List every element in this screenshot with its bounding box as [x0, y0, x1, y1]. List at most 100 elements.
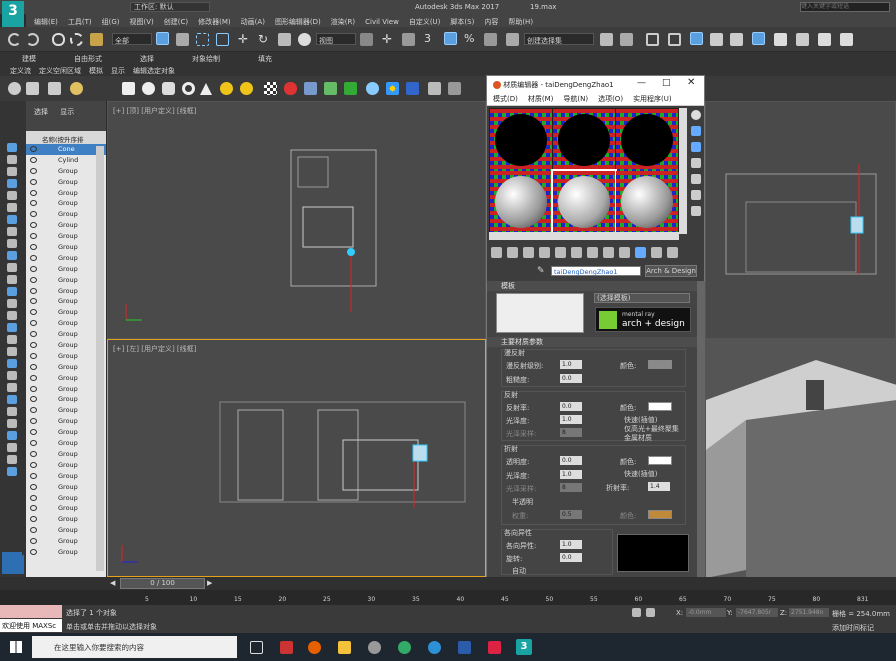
options-icon[interactable] [691, 206, 701, 216]
eye-icon[interactable] [30, 320, 37, 327]
light-icon[interactable] [220, 82, 233, 95]
command-tool-icon[interactable] [7, 155, 17, 164]
expand-arrow-icon[interactable] [22, 234, 25, 241]
menu-item[interactable]: 动画(A) [241, 18, 265, 26]
scene-list-item[interactable]: Group [22, 394, 106, 405]
eye-icon[interactable] [30, 254, 37, 261]
diffuse-color-swatch[interactable] [648, 360, 672, 369]
expand-arrow-icon[interactable] [22, 353, 25, 360]
time-slider[interactable]: 0 / 100 ◀ ▶ [0, 577, 896, 590]
scene-list-item[interactable]: Group [22, 296, 106, 307]
cylinder-icon[interactable] [162, 82, 175, 95]
scene-list-item[interactable]: Group [22, 351, 106, 362]
main-parameters-rollout-header[interactable]: 主要材质参数 [487, 337, 697, 347]
eye-icon[interactable] [30, 156, 37, 163]
maximize-icon[interactable]: □ [662, 78, 671, 88]
eye-icon[interactable] [30, 396, 37, 403]
keyboard-shortcut-icon[interactable] [402, 33, 415, 46]
diffuse-level-spinner[interactable]: 1.0 [560, 360, 582, 369]
scale-icon[interactable] [278, 33, 291, 46]
expand-arrow-icon[interactable] [22, 299, 25, 306]
eye-icon[interactable] [30, 374, 37, 381]
menu-item[interactable]: 工具(T) [68, 18, 92, 26]
eye-icon[interactable] [30, 494, 37, 501]
command-tool-icon[interactable] [7, 395, 17, 404]
menu-item[interactable]: 自定义(U) [409, 18, 441, 26]
maxscript-welcome[interactable]: 欢迎使用 MAXSc [0, 619, 62, 632]
mirror-icon[interactable] [600, 33, 613, 46]
menu-item[interactable]: 组(G) [102, 18, 120, 26]
helper-icon[interactable] [324, 82, 337, 95]
command-tool-icon[interactable] [7, 455, 17, 464]
time-slider-handle[interactable]: 0 / 100 [120, 578, 205, 589]
reflectivity-spinner[interactable]: 0.0 [560, 402, 582, 411]
command-tool-icon[interactable] [7, 431, 17, 440]
appearance-icon[interactable] [70, 82, 83, 95]
select-manipulate-icon[interactable]: ✛ [382, 33, 395, 46]
auto-radio[interactable]: 自动 [512, 566, 526, 576]
viewport-left[interactable]: [+] [左] [用户定义] [线框] [107, 339, 486, 577]
command-tool-icon[interactable] [7, 383, 17, 392]
ribbon-toggle-icon[interactable] [690, 32, 703, 45]
eye-icon[interactable] [30, 298, 37, 305]
simulate-icon[interactable] [48, 82, 61, 95]
torus-icon[interactable] [182, 82, 195, 95]
reset-map-icon[interactable] [539, 247, 550, 258]
assign-to-selection-icon[interactable] [523, 247, 534, 258]
expand-arrow-icon[interactable] [22, 201, 25, 208]
scene-list-item[interactable]: Group [22, 209, 106, 220]
align-icon[interactable] [620, 33, 633, 46]
scene-list-item[interactable]: Group [22, 525, 106, 536]
expand-arrow-icon[interactable] [22, 451, 25, 458]
material-menu-item[interactable]: 选项(O) [598, 95, 623, 103]
column-header[interactable]: 名称(按升序排序) [26, 131, 106, 154]
scene-list-item[interactable]: Group [22, 177, 106, 188]
expand-arrow-icon[interactable] [22, 517, 25, 524]
transparency-spinner[interactable]: 0.0 [560, 456, 582, 465]
scene-list-item[interactable]: Cylind [26, 155, 106, 166]
scene-list-item[interactable]: Group [22, 318, 106, 329]
layer-explorer-icon[interactable] [646, 33, 659, 46]
rect-region-icon[interactable] [196, 33, 209, 46]
refr-samples-spinner[interactable]: 8 [560, 483, 582, 492]
pick-material-icon[interactable]: ✎ [537, 266, 545, 276]
windows-start-icon[interactable] [10, 641, 22, 653]
scene-list-item[interactable]: Group [22, 307, 106, 318]
expand-arrow-icon[interactable] [22, 397, 25, 404]
minimize-icon[interactable]: — [637, 78, 646, 88]
file-explorer-icon[interactable] [338, 641, 351, 654]
uv-tiling-icon[interactable] [691, 158, 701, 168]
expand-arrow-icon[interactable] [22, 549, 25, 556]
scene-list-item[interactable]: Group [22, 384, 106, 395]
viewport-top[interactable]: [+] [顶] [用户定义] [线框] [107, 101, 486, 339]
anisotropy-spinner[interactable]: 1.0 [560, 540, 582, 549]
command-tool-icon[interactable] [7, 467, 17, 476]
sample-slot[interactable] [490, 171, 552, 233]
menu-item[interactable]: Civil View [365, 18, 399, 26]
eye-icon[interactable] [30, 189, 37, 196]
eye-icon[interactable] [30, 211, 37, 218]
ribbon-tab[interactable]: 填充 [258, 55, 272, 63]
eye-icon[interactable] [30, 331, 37, 338]
app-icon[interactable] [398, 641, 411, 654]
expand-arrow-icon[interactable] [22, 506, 25, 513]
add-time-tag[interactable]: 添加时间标记 [832, 623, 874, 633]
sample-slot[interactable] [490, 109, 552, 171]
next-frame-icon[interactable]: ▶ [207, 579, 212, 587]
prev-frame-icon[interactable]: ◀ [110, 579, 115, 587]
rotation-spinner[interactable]: 0.0 [560, 553, 582, 562]
expand-arrow-icon[interactable] [22, 245, 25, 252]
pivot-center-icon[interactable] [360, 33, 373, 46]
eye-icon[interactable] [30, 233, 37, 240]
app-icon[interactable] [368, 641, 381, 654]
material-menu-item[interactable]: 实用程序(U) [633, 95, 672, 103]
sample-slot[interactable] [616, 109, 678, 171]
scene-list-item[interactable]: Group [22, 242, 106, 253]
absolute-mode-icon[interactable] [646, 608, 655, 617]
scene-list-item[interactable]: Group [22, 427, 106, 438]
scene-list-item[interactable]: Group [22, 460, 106, 471]
scene-list-item[interactable]: Group [22, 264, 106, 275]
material-library-icon[interactable] [406, 82, 419, 95]
menu-item[interactable]: 创建(C) [164, 18, 188, 26]
scene-list-item[interactable]: Group [22, 449, 106, 460]
